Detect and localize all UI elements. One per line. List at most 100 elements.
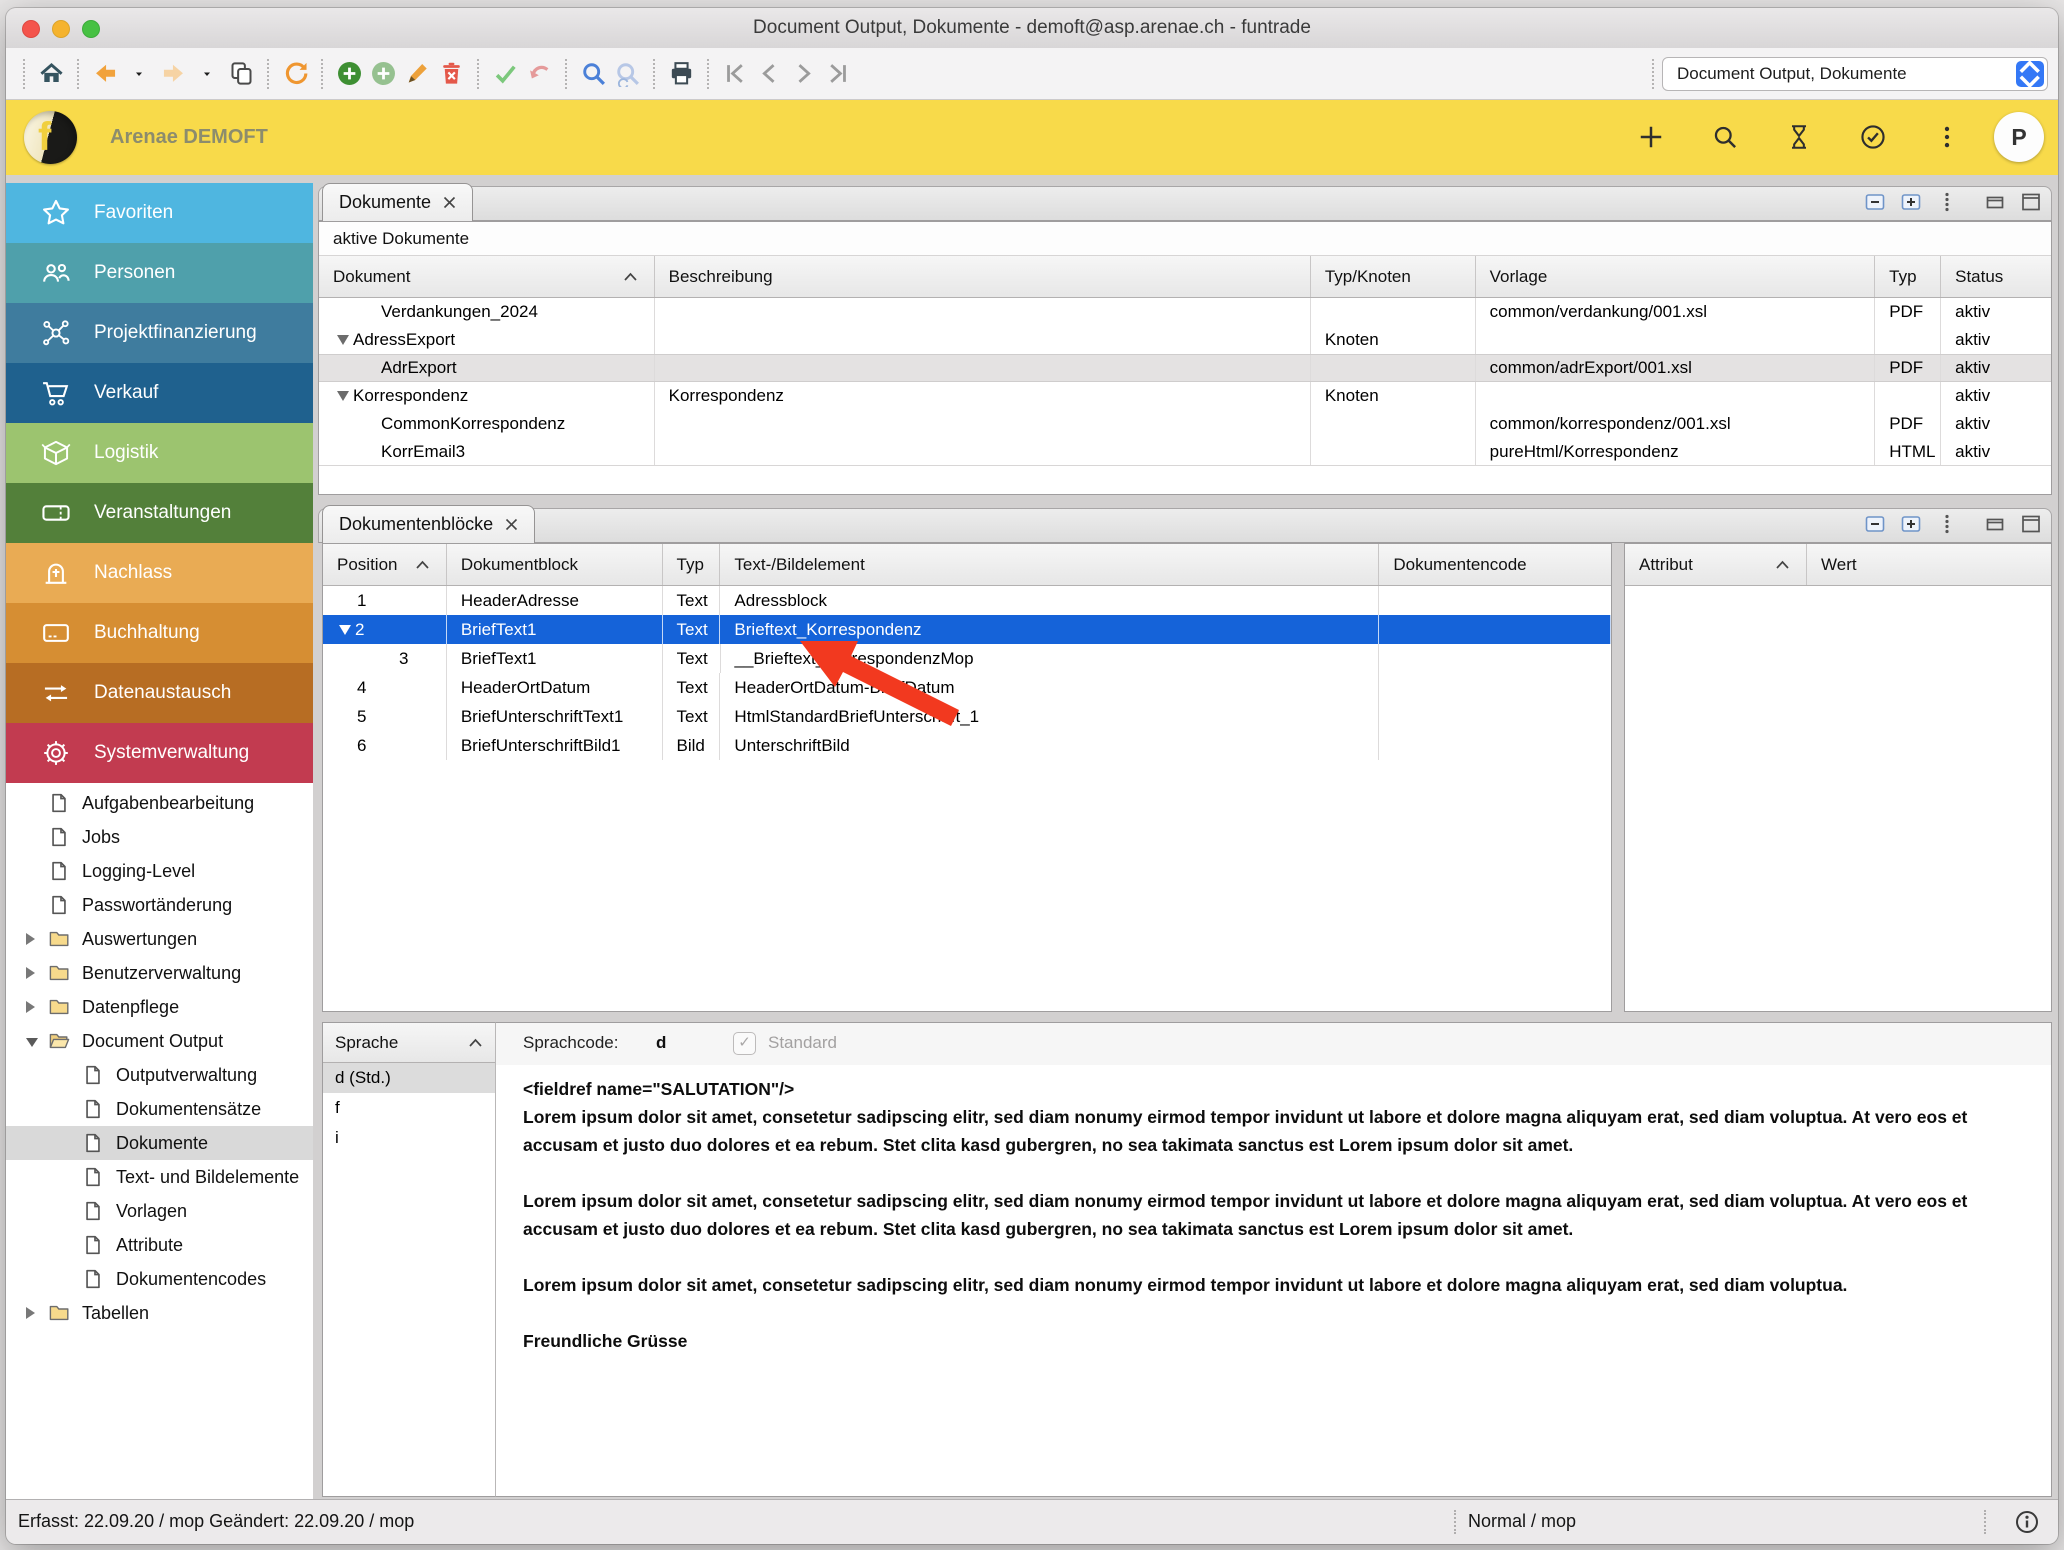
block-row-position-4[interactable]: 4HeaderOrtDatumTextHeaderOrtDatum-BriefD… xyxy=(323,673,1611,702)
column-header-typ[interactable]: Typ xyxy=(1875,256,1941,297)
home-icon[interactable] xyxy=(34,57,68,91)
sidebar-module-nachlass[interactable]: Nachlass xyxy=(6,543,313,603)
column-header-dokument[interactable]: Dokument xyxy=(319,256,655,297)
tree-item-auswertungen[interactable]: Auswertungen xyxy=(6,922,313,956)
back-arrow-icon[interactable] xyxy=(88,57,122,91)
tree-item-outputverwaltung[interactable]: Outputverwaltung xyxy=(6,1058,313,1092)
column-header-dokumentblock[interactable]: Dokumentblock xyxy=(447,544,663,585)
sidebar-module-projektfinanzierung[interactable]: Projektfinanzierung xyxy=(6,303,313,363)
refresh-icon[interactable] xyxy=(278,57,312,91)
forward-caret-icon[interactable] xyxy=(190,57,224,91)
expander-collapsed-icon[interactable] xyxy=(26,997,42,1018)
edit-pencil-icon[interactable] xyxy=(400,57,434,91)
tree-item-text-und-bildelemente[interactable]: Text- und Bildelemente xyxy=(6,1160,313,1194)
search-secondary-icon[interactable] xyxy=(610,57,644,91)
sidebar-module-veranstaltungen[interactable]: Veranstaltungen xyxy=(6,483,313,543)
expander-collapsed-icon[interactable] xyxy=(26,929,42,950)
language-item-f[interactable]: f xyxy=(323,1093,495,1123)
maximize-icon[interactable] xyxy=(2018,511,2044,537)
tab-close-icon[interactable] xyxy=(505,518,518,531)
document-row-adressexport[interactable]: AdressExportKnotenaktiv xyxy=(319,326,2051,354)
sidebar-module-favoriten[interactable]: Favoriten xyxy=(6,183,313,243)
tree-item-logging-level[interactable]: Logging-Level xyxy=(6,854,313,888)
document-row-verdankungen-2024[interactable]: Verdankungen_2024common/verdankung/001.x… xyxy=(319,298,2051,326)
tree-item-document-output[interactable]: Document Output xyxy=(6,1024,313,1058)
document-row-korremail3[interactable]: KorrEmail3pureHtml/KorrespondenzHTMLakti… xyxy=(319,438,2051,466)
search-icon[interactable] xyxy=(576,57,610,91)
language-item-d-std[interactable]: d (Std.) xyxy=(323,1063,495,1093)
sidebar-module-systemverwaltung[interactable]: Systemverwaltung xyxy=(6,723,313,783)
nav-first-icon[interactable] xyxy=(718,57,752,91)
row-expander-icon[interactable] xyxy=(337,391,349,401)
document-row-adrexport[interactable]: AdrExportcommon/adrExport/001.xslPDFakti… xyxy=(319,354,2051,382)
hourglass-icon[interactable] xyxy=(1784,122,1814,152)
column-menu-icon[interactable] xyxy=(1934,189,1960,215)
column-header-attribut[interactable]: Attribut xyxy=(1625,544,1807,585)
row-expander-icon[interactable] xyxy=(337,335,349,345)
language-list-header[interactable]: Sprache xyxy=(323,1023,495,1063)
column-header-dokumentencode[interactable]: Dokumentencode xyxy=(1379,544,1611,585)
sidebar-module-personen[interactable]: Personen xyxy=(6,243,313,303)
tree-item-dokumentens-tze[interactable]: Dokumentensätze xyxy=(6,1092,313,1126)
forward-arrow-icon[interactable] xyxy=(156,57,190,91)
block-row-position-3[interactable]: 3BriefText1Text__Brieftext_Korrespondenz… xyxy=(323,644,1611,673)
nav-next-icon[interactable] xyxy=(786,57,820,91)
minimize-icon[interactable] xyxy=(1982,189,2008,215)
user-avatar[interactable]: P xyxy=(1994,112,2044,162)
tree-item-datenpflege[interactable]: Datenpflege xyxy=(6,990,313,1024)
expand-all-icon[interactable] xyxy=(1898,511,1924,537)
tab-dokumente[interactable]: Dokumente xyxy=(322,183,473,221)
block-row-position-2[interactable]: 2BriefText1TextBrieftext_Korrespondenz xyxy=(323,615,1611,644)
column-header-beschreibung[interactable]: Beschreibung xyxy=(655,256,1311,297)
context-selector[interactable]: Document Output, Dokumente xyxy=(1662,57,2048,91)
minimize-icon[interactable] xyxy=(1982,511,2008,537)
hsearch-icon[interactable] xyxy=(1710,122,1740,152)
tree-item-benutzerverwaltung[interactable]: Benutzerverwaltung xyxy=(6,956,313,990)
tree-item-dokumentencodes[interactable]: Dokumentencodes xyxy=(6,1262,313,1296)
document-row-commonkorrespondenz[interactable]: CommonKorrespondenzcommon/korrespondenz/… xyxy=(319,410,2051,438)
tree-item-tabellen[interactable]: Tabellen xyxy=(6,1296,313,1330)
standard-checkbox[interactable]: ✓ xyxy=(733,1032,756,1055)
add-circle-icon[interactable] xyxy=(332,57,366,91)
row-expander-icon[interactable] xyxy=(339,625,351,635)
column-header-position[interactable]: Position xyxy=(323,544,447,585)
block-row-position-6[interactable]: 6BriefUnterschriftBild1BildUnterschriftB… xyxy=(323,731,1611,760)
delete-trash-icon[interactable] xyxy=(434,57,468,91)
column-header-text-bildelement[interactable]: Text-/Bildelement xyxy=(720,544,1379,585)
overflow-menu-icon[interactable] xyxy=(1932,122,1962,152)
sidebar-module-datenaustausch[interactable]: Datenaustausch xyxy=(6,663,313,723)
collapse-all-icon[interactable] xyxy=(1862,189,1888,215)
info-icon[interactable] xyxy=(2014,1509,2040,1535)
tree-item-passwort-nderung[interactable]: Passwortänderung xyxy=(6,888,313,922)
expander-collapsed-icon[interactable] xyxy=(26,963,42,984)
add-icon[interactable] xyxy=(1636,122,1666,152)
tab-close-icon[interactable] xyxy=(443,196,456,209)
tree-item-jobs[interactable]: Jobs xyxy=(6,820,313,854)
column-header-status[interactable]: Status xyxy=(1941,256,2051,297)
add-circle-secondary-icon[interactable] xyxy=(366,57,400,91)
undo-icon[interactable] xyxy=(522,57,556,91)
block-row-position-5[interactable]: 5BriefUnterschriftText1TextHtmlStandardB… xyxy=(323,702,1611,731)
nav-prev-icon[interactable] xyxy=(752,57,786,91)
sidebar-module-buchhaltung[interactable]: Buchhaltung xyxy=(6,603,313,663)
column-header-typ-knoten[interactable]: Typ/Knoten xyxy=(1311,256,1476,297)
sidebar-module-logistik[interactable]: Logistik xyxy=(6,423,313,483)
check-circle-icon[interactable] xyxy=(1858,122,1888,152)
maximize-icon[interactable] xyxy=(2018,189,2044,215)
nav-last-icon[interactable] xyxy=(820,57,854,91)
tree-item-aufgabenbearbeitung[interactable]: Aufgabenbearbeitung xyxy=(6,786,313,820)
confirm-check-icon[interactable] xyxy=(488,57,522,91)
column-menu-icon[interactable] xyxy=(1934,511,1960,537)
expander-collapsed-icon[interactable] xyxy=(26,1303,42,1324)
language-item-i[interactable]: i xyxy=(323,1123,495,1153)
back-caret-icon[interactable] xyxy=(122,57,156,91)
print-icon[interactable] xyxy=(664,57,698,91)
column-header-typ[interactable]: Typ xyxy=(663,544,721,585)
tree-item-vorlagen[interactable]: Vorlagen xyxy=(6,1194,313,1228)
tree-item-attribute[interactable]: Attribute xyxy=(6,1228,313,1262)
expander-expanded-icon[interactable] xyxy=(26,1031,42,1052)
column-header-vorlage[interactable]: Vorlage xyxy=(1476,256,1876,297)
expand-all-icon[interactable] xyxy=(1898,189,1924,215)
tree-item-dokumente[interactable]: Dokumente xyxy=(6,1126,313,1160)
column-header-wert[interactable]: Wert xyxy=(1807,544,2051,585)
